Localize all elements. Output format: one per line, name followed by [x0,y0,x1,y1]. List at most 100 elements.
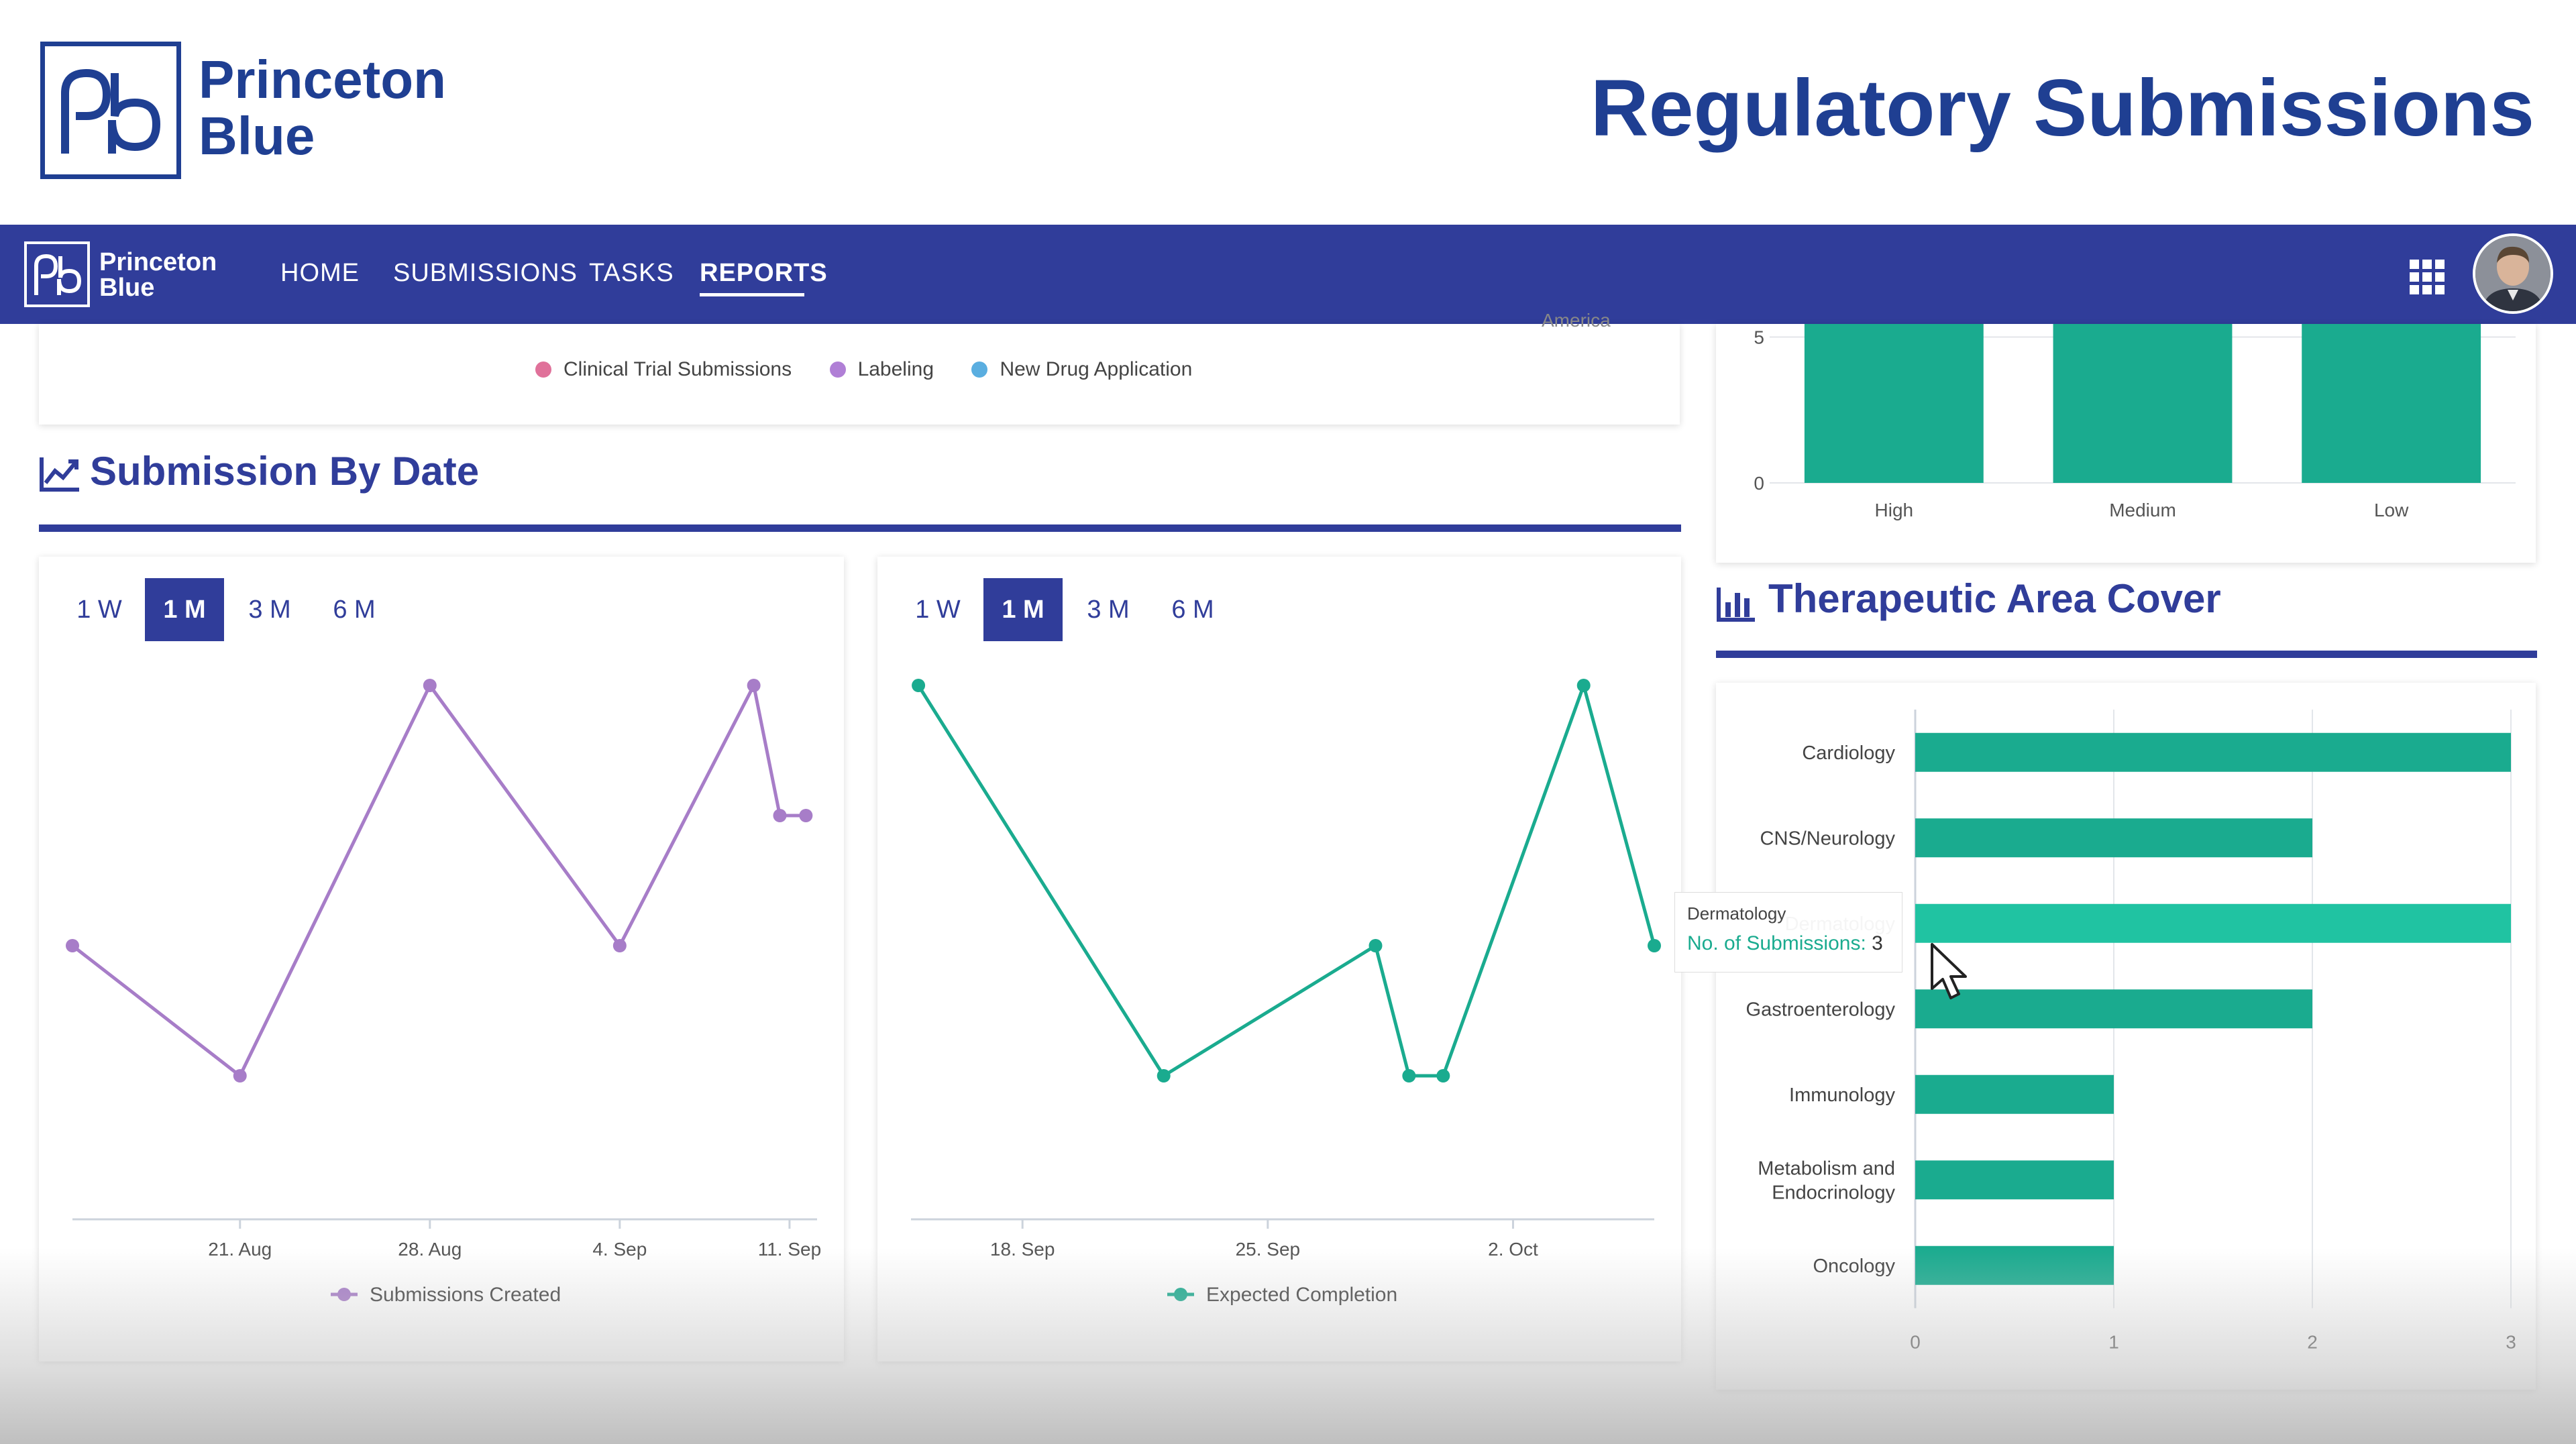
y-tick-label: 5 [1754,327,1764,348]
tab-1m[interactable]: 1 M [983,578,1063,641]
y-tick-label: CNS/Neurology [1760,828,1896,849]
x-tick-label: 25. Sep [1236,1239,1301,1260]
therapeutic-area-chart: 0123CardiologyCNS/NeurologyDermatologyGa… [1746,710,2516,1353]
data-point [1368,939,1383,952]
nav-brand-line2: Blue [99,274,155,302]
legend-marker [337,1288,351,1301]
data-point [233,1069,247,1082]
bar-chart-icon [1716,585,1756,622]
legend-marker [1174,1288,1187,1301]
tooltip-value: 3 [1872,932,1883,954]
nav-active-indicator [700,293,804,296]
x-tick-label: 11. Sep [758,1239,821,1260]
bar [2053,324,2233,483]
y-tick-label: Gastroenterology [1746,999,1896,1020]
nav-home[interactable]: HOME [280,259,360,288]
series-line [916,679,1656,1078]
data-point [773,809,787,822]
series-line [71,680,806,1078]
legend-dot [829,362,846,378]
x-tick-label: 21. Aug [208,1239,272,1260]
nav-reports[interactable]: REPORTS [700,259,828,288]
x-tick-label: 0 [1910,1332,1921,1353]
legend-label: Clinical Trial Submissions [564,358,792,380]
brand-name-line1: Princeton [199,50,446,109]
submission-type-legend: Clinical Trial Submissions Labeling New … [535,358,1227,381]
user-avatar[interactable] [2473,233,2553,314]
x-tick-label: Low [2374,500,2409,520]
tab-1w[interactable]: 1 W [906,578,970,641]
chart-tooltip: Dermatology No. of Submissions: 3 [1674,892,1902,973]
bar [1804,324,1984,483]
tooltip-category: Dermatology [1687,903,1786,924]
tab-1w[interactable]: 1 W [67,578,131,641]
nav-brand-line1: Princeton [99,248,217,276]
page-title: Regulatory Submissions [1591,63,2534,153]
brand-logo-mark [40,42,181,179]
line-chart-icon [39,455,80,492]
y-tick-label: Metabolism and [1758,1158,1895,1179]
priority-bar-chart: 0 5 High Medium Low [1754,324,2516,520]
nav-submissions[interactable]: SUBMISSIONS [393,259,578,288]
nav-logo-mark[interactable] [24,241,90,307]
data-point [747,679,761,692]
legend-label: Expected Completion [1206,1284,1397,1306]
data-point [1402,1069,1416,1082]
tab-1m[interactable]: 1 M [145,578,224,641]
x-tick-label: 18. Sep [990,1239,1055,1260]
section-divider [39,524,1681,532]
legend-item[interactable]: New Drug Application [971,358,1192,381]
data-point [1436,1069,1450,1082]
tooltip-label: No. of Submissions: [1687,932,1866,954]
clipped-label: America [1542,310,1611,329]
y-tick-label: Oncology [1813,1256,1895,1277]
tab-3m[interactable]: 3 M [236,578,303,641]
tooltip-value-row: No. of Submissions: 3 [1687,932,1890,955]
data-point [423,679,437,692]
tab-6m[interactable]: 6 M [1159,578,1226,641]
data-point [612,939,627,952]
tab-3m[interactable]: 3 M [1075,578,1142,641]
expected-completion-chart: 18. Sep 25. Sep 2. Oct Expected Completion [911,679,1661,1306]
section-title-submission-by-date: Submission By Date [90,449,480,494]
y-tick-label: Endocrinology [1772,1182,1895,1203]
bar [1915,732,2511,772]
x-tick-label: 4. Sep [592,1239,647,1260]
legend-dot [535,362,551,378]
data-point [799,809,813,822]
y-tick-label: Cardiology [1802,742,1895,764]
legend-dot [971,362,988,378]
tab-6m[interactable]: 6 M [321,578,388,641]
mouse-cursor-icon [1929,942,1972,1002]
y-tick-label: 0 [1754,473,1764,494]
section-divider [1716,651,2537,658]
x-tick-label: 28. Aug [398,1239,462,1260]
data-point [66,939,79,952]
bar [2302,324,2481,483]
data-point [912,679,926,692]
x-tick-label: Medium [2109,500,2176,520]
x-tick-label: 3 [2506,1332,2516,1353]
legend-label: Labeling [857,358,934,380]
data-point [1157,1069,1171,1082]
x-tick-label: 2 [2307,1332,2318,1353]
x-tick-label: 1 [2108,1332,2119,1353]
x-tick-label: High [1875,500,1914,520]
nav-tasks[interactable]: TASKS [589,259,674,288]
bar [1915,989,2312,1029]
bar [1915,1160,2114,1200]
legend-label: Submissions Created [370,1284,561,1306]
legend-item[interactable]: Clinical Trial Submissions [535,358,792,381]
bar [1915,1245,2114,1285]
legend-item[interactable]: Labeling [829,358,934,381]
brand-name-line2: Blue [199,106,315,166]
data-point [1576,679,1591,692]
data-point [1648,939,1661,952]
submissions-created-chart: 21. Aug 28. Aug 4. Sep 11. Sep Submissions C… [66,679,821,1306]
section-title-therapeutic-area: Therapeutic Area Cover [1768,576,2221,621]
apps-grid-icon[interactable] [2408,258,2446,296]
legend-label: New Drug Application [1000,358,1193,380]
x-tick-label: 2. Oct [1488,1239,1538,1260]
bar [1915,1074,2114,1114]
top-navbar [0,225,2576,324]
